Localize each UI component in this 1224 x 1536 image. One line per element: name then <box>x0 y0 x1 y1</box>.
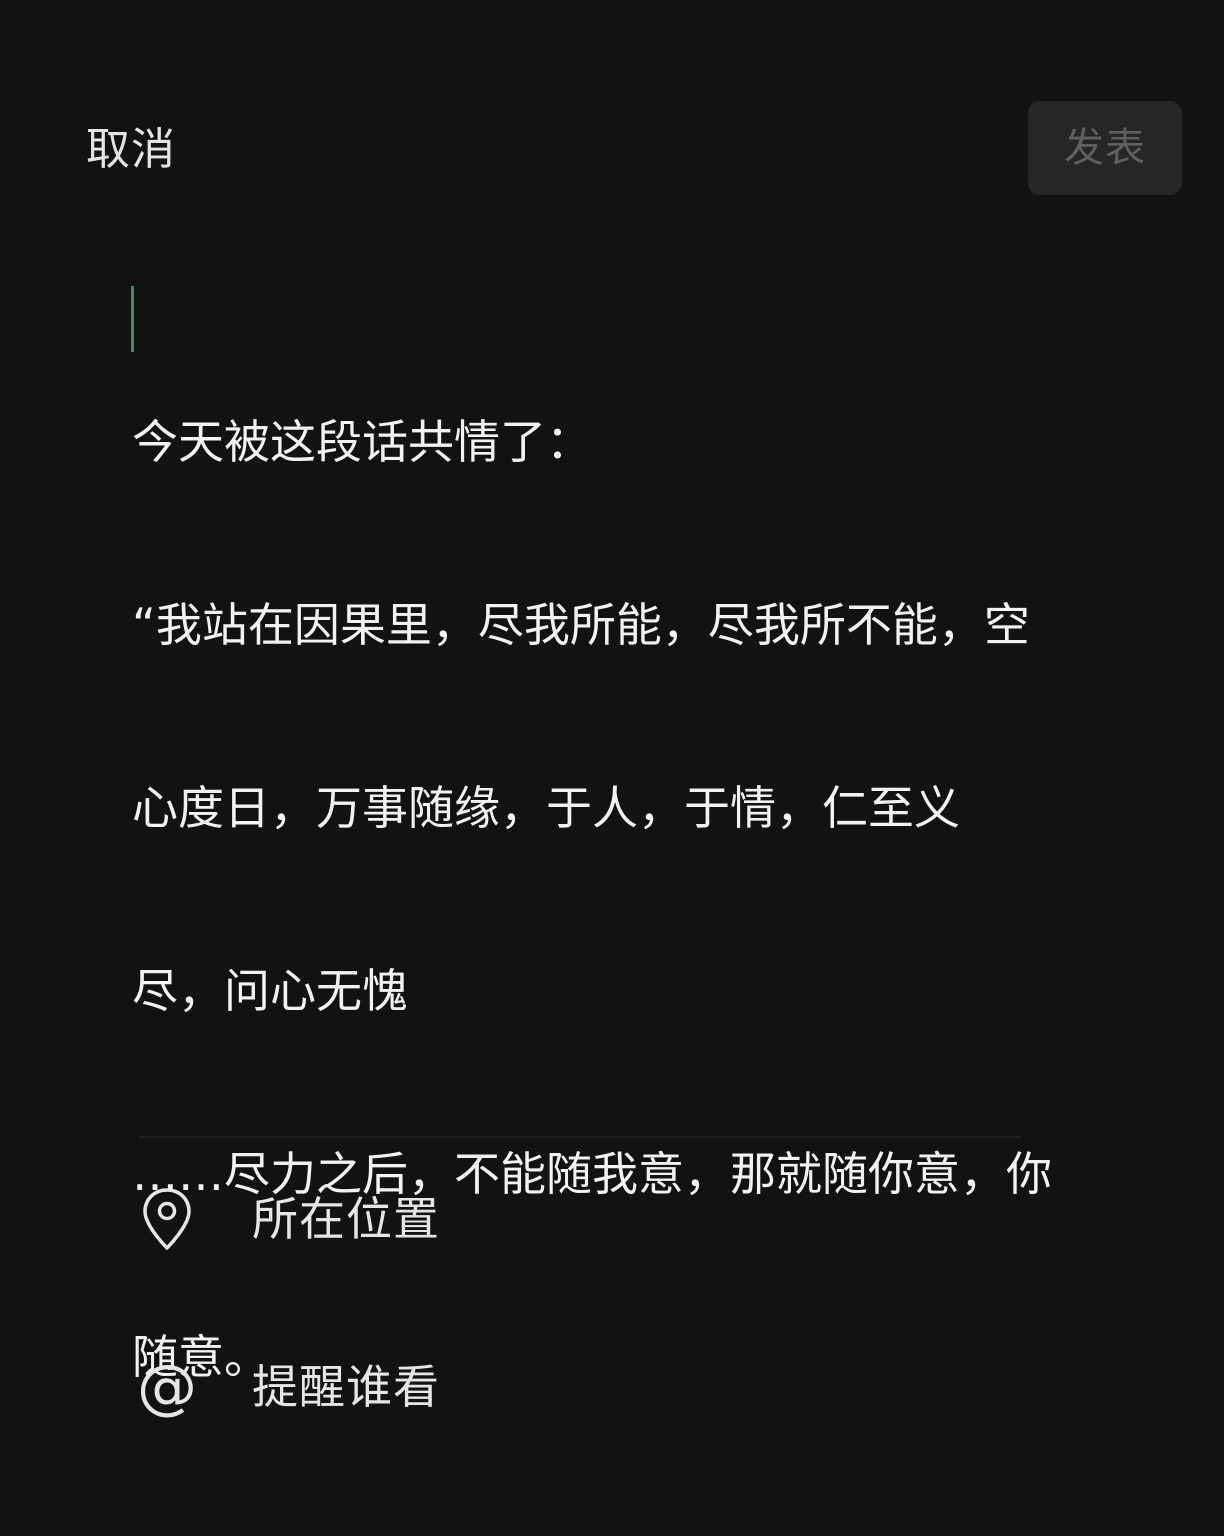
mention-option[interactable]: @ 提醒谁看 <box>132 1342 832 1432</box>
post-text-editor[interactable]: 今天被这段话共情了： “我站在因果里，尽我所能，尽我所不能，空 心度日，万事随缘… <box>132 290 1132 1510</box>
location-pin-icon <box>132 1174 202 1264</box>
mention-label: 提醒谁看 <box>252 1360 440 1414</box>
editor-line: 尽，问心无愧 <box>132 964 408 1018</box>
location-option[interactable]: 所在位置 <box>132 1174 832 1264</box>
compose-screen: 取消 发表 今天被这段话共情了： “我站在因果里，尽我所能，尽我所不能，空 心度… <box>0 0 1224 1536</box>
editor-line: 心度日，万事随缘，于人，于情，仁至义 <box>132 781 960 835</box>
cancel-button[interactable]: 取消 <box>86 118 176 182</box>
editor-line: 今天被这段话共情了： <box>132 415 592 469</box>
divider <box>138 1136 1022 1138</box>
publish-button[interactable]: 发表 <box>1028 101 1182 195</box>
editor-line: “我站在因果里，尽我所能，尽我所不能，空 <box>132 598 1030 652</box>
at-sign-icon: @ <box>137 1352 197 1422</box>
location-label: 所在位置 <box>252 1192 440 1246</box>
